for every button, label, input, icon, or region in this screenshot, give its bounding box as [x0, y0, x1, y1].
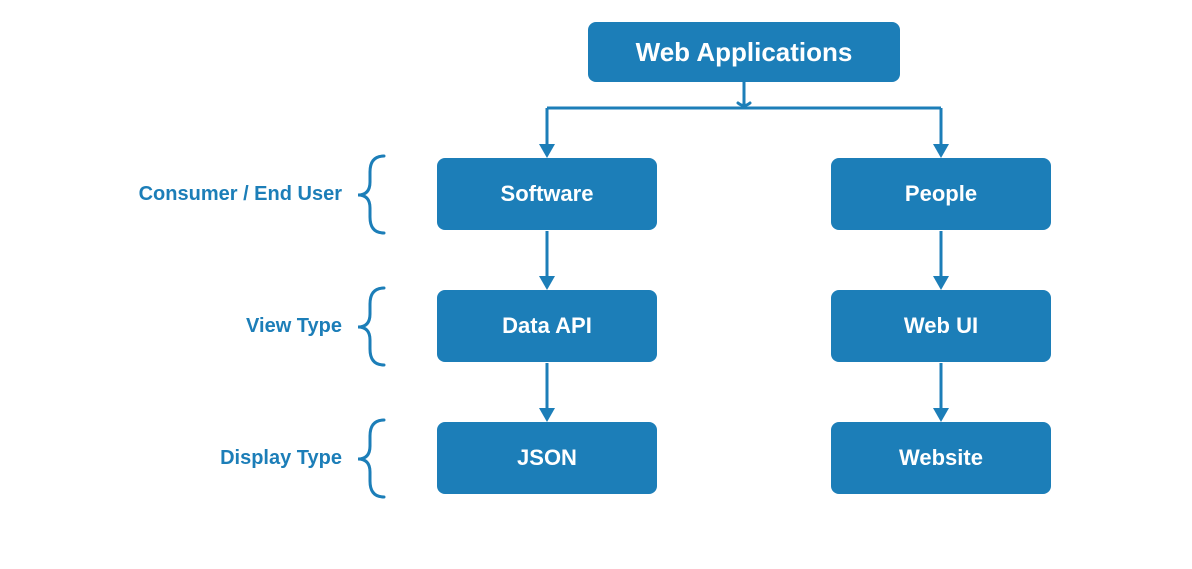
node-web-ui: Web UI [831, 290, 1051, 362]
node-root-label: Web Applications [636, 37, 853, 68]
node-software: Software [437, 158, 657, 230]
node-people: People [831, 158, 1051, 230]
node-software-label: Software [501, 181, 594, 207]
node-json: JSON [437, 422, 657, 494]
node-data-api-label: Data API [502, 313, 592, 339]
node-website-label: Website [899, 445, 983, 471]
node-json-label: JSON [517, 445, 577, 471]
node-data-api: Data API [437, 290, 657, 362]
node-root: Web Applications [588, 22, 900, 82]
row-label-consumer: Consumer / End User [112, 183, 342, 206]
row-label-display-type: Display Type [112, 447, 342, 470]
node-website: Website [831, 422, 1051, 494]
row-label-view-type: View Type [112, 315, 342, 338]
node-web-ui-label: Web UI [904, 313, 978, 339]
node-people-label: People [905, 181, 977, 207]
